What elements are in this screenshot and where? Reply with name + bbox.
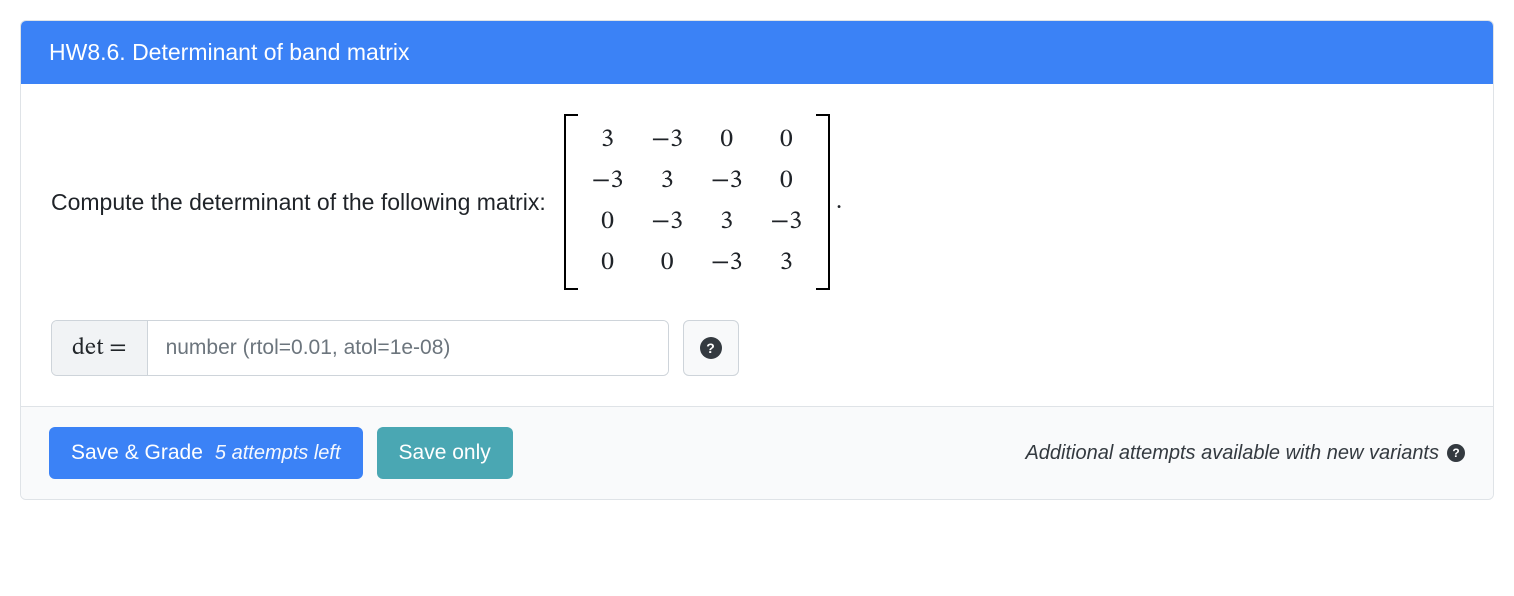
card-header: HW8.6. Determinant of band matrix bbox=[21, 21, 1493, 84]
footer-right: Additional attempts available with new v… bbox=[1025, 442, 1465, 465]
matrix-cell: 0 bbox=[637, 243, 697, 284]
question-title: HW8.6. Determinant of band matrix bbox=[49, 39, 409, 65]
matrix-cell: 3 bbox=[757, 243, 817, 284]
matrix: 3 −3 0 0 −3 3 −3 0 0 − bbox=[564, 114, 830, 290]
save-only-label: Save only bbox=[399, 441, 491, 465]
question-mark-icon: ? bbox=[700, 337, 722, 359]
matrix-row: −3 3 −3 0 bbox=[578, 161, 816, 202]
matrix-cell: 0 bbox=[697, 120, 757, 161]
matrix-cell: 0 bbox=[578, 202, 638, 243]
matrix-table: 3 −3 0 0 −3 3 −3 0 0 − bbox=[578, 120, 816, 284]
matrix-row: 3 −3 0 0 bbox=[578, 120, 816, 161]
save-and-grade-button[interactable]: Save & Grade 5 attempts left bbox=[49, 427, 363, 479]
answer-input[interactable] bbox=[148, 321, 668, 375]
answer-row: det = ? bbox=[51, 320, 1463, 376]
matrix-cell: −3 bbox=[757, 202, 817, 243]
matrix-cell: −3 bbox=[578, 161, 638, 202]
matrix-cell: −3 bbox=[637, 120, 697, 161]
matrix-cell: 3 bbox=[697, 202, 757, 243]
matrix-cell: 0 bbox=[757, 120, 817, 161]
additional-attempts-text: Additional attempts available with new v… bbox=[1025, 442, 1439, 465]
footer-left: Save & Grade 5 attempts left Save only bbox=[49, 427, 513, 479]
prompt-text: Compute the determinant of the following… bbox=[51, 189, 546, 216]
matrix-cell: 3 bbox=[637, 161, 697, 202]
answer-label: det = bbox=[52, 321, 148, 375]
matrix-cell: −3 bbox=[697, 161, 757, 202]
prompt-row: Compute the determinant of the following… bbox=[51, 114, 1463, 290]
prompt-period: . bbox=[836, 187, 842, 217]
answer-help-button[interactable]: ? bbox=[683, 320, 739, 376]
save-grade-label: Save & Grade bbox=[71, 441, 203, 465]
matrix-cell: 0 bbox=[578, 243, 638, 284]
matrix-wrap: 3 −3 0 0 −3 3 −3 0 0 − bbox=[564, 114, 842, 290]
matrix-row: 0 −3 3 −3 bbox=[578, 202, 816, 243]
matrix-cell: −3 bbox=[637, 202, 697, 243]
matrix-row: 0 0 −3 3 bbox=[578, 243, 816, 284]
save-only-button[interactable]: Save only bbox=[377, 427, 513, 479]
question-card: HW8.6. Determinant of band matrix Comput… bbox=[20, 20, 1494, 500]
matrix-cell: 0 bbox=[757, 161, 817, 202]
matrix-cell: −3 bbox=[697, 243, 757, 284]
card-footer: Save & Grade 5 attempts left Save only A… bbox=[21, 406, 1493, 499]
info-icon[interactable]: ? bbox=[1447, 444, 1465, 462]
attempts-left-text: 5 attempts left bbox=[215, 442, 341, 465]
card-body: Compute the determinant of the following… bbox=[21, 84, 1493, 406]
matrix-cell: 3 bbox=[578, 120, 638, 161]
answer-input-group: det = bbox=[51, 320, 669, 376]
